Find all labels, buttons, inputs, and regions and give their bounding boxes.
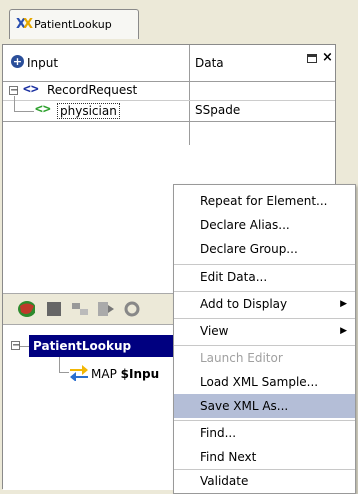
menu-item-edit-data[interactable]: Edit Data... (174, 265, 355, 289)
element-tag-icon: <> (23, 82, 39, 97)
close-icon[interactable]: × (322, 50, 333, 65)
stop-icon[interactable] (45, 300, 63, 318)
column-header-input: Input (27, 56, 59, 70)
tree-connector (59, 372, 69, 373)
menu-item-load-xml-sample[interactable]: Load XML Sample... (174, 370, 355, 394)
tree-connector (59, 357, 60, 373)
restore-window-icon[interactable] (307, 54, 317, 63)
menu-item-declare-alias[interactable]: Declare Alias... (174, 213, 355, 237)
tab-label: PatientLookup (34, 18, 112, 31)
collapse-icon[interactable]: − (11, 341, 20, 351)
menu-item-find-next[interactable]: Find Next (174, 445, 355, 469)
menu-item-repeat-for-element[interactable]: Repeat for Element... (174, 189, 355, 213)
add-input-icon[interactable]: + (11, 55, 24, 68)
map-step-icon (70, 365, 88, 381)
menu-item-validate[interactable]: Validate (174, 469, 355, 493)
flow-node-map[interactable]: MAP $Inpu (91, 367, 159, 381)
column-header-data: Data (195, 56, 224, 70)
grid-row-physician[interactable]: <> physician SSpade (3, 101, 335, 122)
context-menu: Repeat for Element... Declare Alias... D… (173, 184, 356, 494)
menu-item-label: Add to Display (200, 297, 288, 311)
menu-item-find[interactable]: Find... (174, 421, 355, 445)
element-tag-icon: <> (35, 102, 51, 117)
tab-bar: XX PatientLookup (0, 0, 358, 44)
menu-item-save-xml-as[interactable]: Save XML As... (174, 394, 355, 418)
xml-icon: XX (16, 17, 33, 32)
menu-item-launch-editor[interactable]: Launch Editor (174, 346, 355, 370)
tree-connector (20, 346, 29, 347)
element-label: RecordRequest (47, 83, 138, 97)
loop-icon[interactable] (123, 300, 141, 318)
menu-item-add-to-display[interactable]: Add to Display ▶ (174, 292, 355, 316)
map-globe-icon[interactable] (17, 300, 35, 318)
element-label: physician (57, 103, 120, 119)
menu-item-label: View (200, 324, 229, 338)
submenu-arrow-icon: ▶ (340, 299, 347, 309)
menu-item-declare-group[interactable]: Declare Group... (174, 237, 355, 261)
grid-row-recordrequest[interactable]: − <> RecordRequest (3, 81, 335, 101)
sequence-icon[interactable] (97, 300, 115, 318)
element-value[interactable]: SSpade (195, 103, 240, 117)
grid-header: + Input Data × (3, 45, 335, 82)
map-prefix: MAP (91, 367, 121, 381)
branch-icon[interactable] (71, 300, 89, 318)
flow-node-patientlookup[interactable]: PatientLookup (29, 335, 179, 357)
menu-item-view[interactable]: View ▶ (174, 319, 355, 343)
map-pipeline-name: $Inpu (120, 367, 160, 381)
submenu-arrow-icon: ▶ (340, 326, 347, 336)
tab-patientlookup[interactable]: XX PatientLookup (9, 9, 139, 39)
collapse-icon[interactable]: − (9, 86, 18, 96)
